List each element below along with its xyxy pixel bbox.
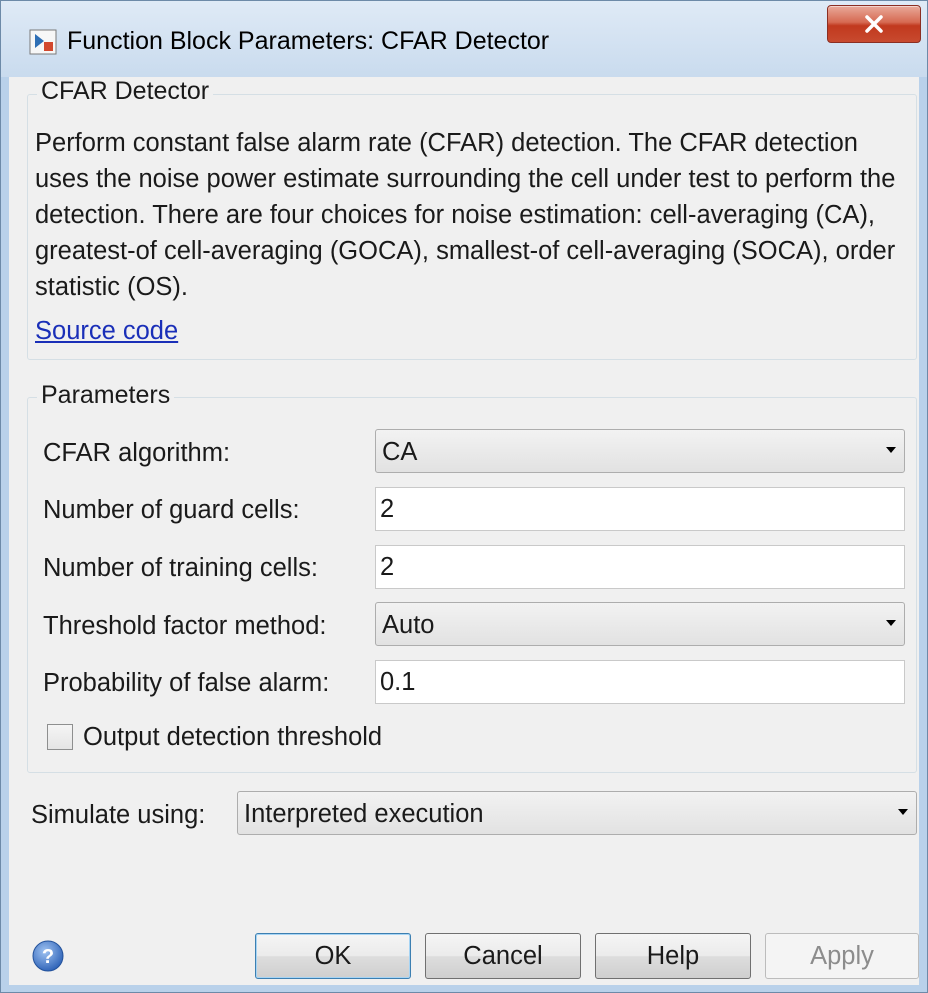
pfa-input[interactable] (380, 661, 900, 703)
chevron-down-icon (886, 447, 896, 453)
threshold-method-value: Auto (382, 611, 435, 639)
parameters-group-title: Parameters (37, 381, 175, 410)
svg-text:?: ? (42, 946, 54, 968)
threshold-method-label: Threshold factor method: (43, 612, 327, 640)
output-threshold-checkbox[interactable] (47, 724, 73, 750)
close-button[interactable] (827, 5, 921, 43)
cancel-button[interactable]: Cancel (425, 933, 581, 979)
training-cells-label: Number of training cells: (43, 554, 318, 582)
block-description: Perform constant false alarm rate (CFAR)… (35, 129, 896, 301)
help-question-icon[interactable]: ? (31, 939, 65, 973)
source-code-link[interactable]: Source code (35, 317, 178, 346)
cfar-algorithm-value: CA (382, 438, 418, 466)
simulate-using-dropdown[interactable]: Interpreted execution (237, 791, 917, 835)
apply-button[interactable]: Apply (765, 933, 919, 979)
simulink-block-icon (29, 29, 57, 55)
guard-cells-label: Number of guard cells: (43, 496, 300, 524)
cfar-algorithm-label: CFAR algorithm: (43, 439, 231, 467)
training-cells-field-box (375, 545, 905, 589)
training-cells-input[interactable] (380, 546, 900, 588)
output-threshold-label: Output detection threshold (83, 723, 383, 751)
pfa-field-box (375, 660, 905, 704)
ok-button[interactable]: OK (255, 933, 411, 979)
description-group-title: CFAR Detector (37, 77, 214, 106)
chevron-down-icon (886, 620, 896, 626)
close-icon (865, 15, 883, 33)
simulate-using-label: Simulate using: (31, 801, 206, 829)
guard-cells-input[interactable] (380, 488, 900, 530)
guard-cells-field-box (375, 487, 905, 531)
window-title: Function Block Parameters: CFAR Detector (67, 27, 550, 55)
cfar-algorithm-dropdown[interactable]: CA (375, 429, 905, 473)
help-button[interactable]: Help (595, 933, 751, 979)
threshold-method-dropdown[interactable]: Auto (375, 602, 905, 646)
chevron-down-icon (898, 809, 908, 815)
dialog-window: Function Block Parameters: CFAR Detector… (0, 0, 928, 993)
title-bar[interactable]: Function Block Parameters: CFAR Detector (1, 1, 927, 77)
pfa-label: Probability of false alarm: (43, 669, 330, 697)
simulate-using-value: Interpreted execution (244, 800, 484, 828)
